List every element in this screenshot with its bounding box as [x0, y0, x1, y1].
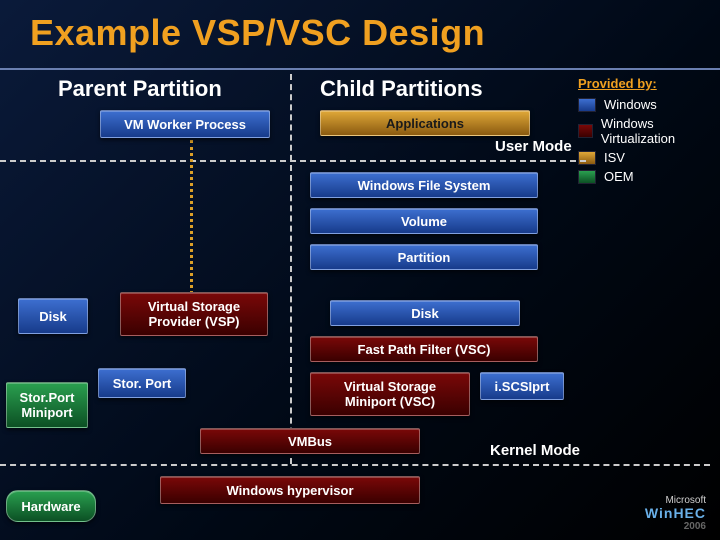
box-virtual-storage-miniport: Virtual Storage Miniport (VSC): [310, 372, 470, 416]
legend-row-wv: Windows Virtualization: [578, 116, 706, 146]
box-storport-miniport: Stor.Port Miniport: [6, 382, 88, 428]
footer-logo: Microsoft WinHEC 2006: [645, 495, 706, 532]
link-vmworker-vsp: [190, 140, 193, 300]
box-hypervisor: Windows hypervisor: [160, 476, 420, 504]
box-vmbus: VMBus: [200, 428, 420, 454]
footer-year: 2006: [645, 521, 706, 532]
slide-title: Example VSP/VSC Design: [0, 0, 720, 70]
heading-child-partitions: Child Partitions: [320, 76, 483, 102]
box-hardware: Hardware: [6, 490, 96, 522]
legend-label: ISV: [604, 150, 625, 165]
legend-row-windows: Windows: [578, 97, 706, 112]
box-vm-worker-process: VM Worker Process: [100, 110, 270, 138]
box-applications: Applications: [320, 110, 530, 136]
box-disk-parent: Disk: [18, 298, 88, 334]
label-kernel-mode: Kernel Mode: [490, 442, 580, 459]
swatch-windows: [578, 98, 596, 112]
swatch-isv: [578, 151, 596, 165]
box-iscsiprt: i.SCSIprt: [480, 372, 564, 400]
box-vsp: Virtual Storage Provider (VSP): [120, 292, 268, 336]
legend-header: Provided by:: [578, 76, 706, 91]
box-windows-file-system: Windows File System: [310, 172, 538, 198]
box-volume: Volume: [310, 208, 538, 234]
divider-user-kernel: [0, 160, 586, 162]
footer-winhec: WinHEC: [645, 506, 706, 521]
box-disk-child: Disk: [330, 300, 520, 326]
legend: Provided by: Windows Windows Virtualizat…: [578, 76, 706, 188]
divider-vertical-partitions: [290, 74, 292, 464]
swatch-oem: [578, 170, 596, 184]
legend-row-isv: ISV: [578, 150, 706, 165]
box-storport: Stor. Port: [98, 368, 186, 398]
diagram-stage: Parent Partition Child Partitions Provid…: [0, 70, 720, 540]
box-partition: Partition: [310, 244, 538, 270]
legend-label: OEM: [604, 169, 634, 184]
swatch-wv: [578, 124, 593, 138]
legend-label: Windows Virtualization: [601, 116, 706, 146]
heading-parent-partition: Parent Partition: [58, 76, 222, 102]
legend-row-oem: OEM: [578, 169, 706, 184]
legend-label: Windows: [604, 97, 657, 112]
divider-kernel-hypervisor: [0, 464, 710, 466]
label-user-mode: User Mode: [495, 138, 572, 155]
box-fast-path-filter: Fast Path Filter (VSC): [310, 336, 538, 362]
footer-ms: Microsoft: [645, 495, 706, 506]
